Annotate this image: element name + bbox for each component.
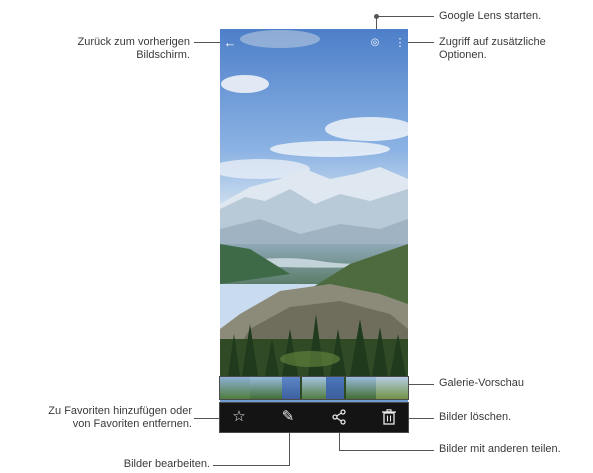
options-annotation: Zugriff auf zusätzliche Optionen. xyxy=(439,36,546,61)
top-app-bar: ← ◎ ⋮ xyxy=(220,29,408,57)
gallery-screen: ← ◎ ⋮ ☆ ✎ xyxy=(220,29,408,432)
edit-annotation: Bilder bearbeiten. xyxy=(123,458,210,470)
preview-annotation: Galerie-Vorschau xyxy=(439,377,524,389)
toolbar-highlight-box xyxy=(219,402,409,433)
preview-callout-line xyxy=(406,384,434,385)
google-lens-icon[interactable]: ◎ xyxy=(367,35,383,51)
lens-callout-hline xyxy=(376,16,434,17)
preview-highlight-box xyxy=(219,376,409,400)
share-annotation: Bilder mit anderen teilen. xyxy=(439,443,561,455)
lens-callout-dot xyxy=(374,14,379,19)
delete-callout-line xyxy=(408,418,434,419)
favorites-annotation: Zu Favoriten hinzufügen oder von Favorit… xyxy=(48,405,192,430)
delete-annotation: Bilder löschen. xyxy=(439,411,512,423)
arrow-left-icon[interactable]: ← xyxy=(222,35,238,51)
edit-callout-hline xyxy=(213,465,289,466)
landscape-photo xyxy=(220,29,408,376)
back-annotation: Zurück zum vorherigen Bildschirm. xyxy=(77,36,191,61)
share-callout-hline xyxy=(339,450,434,451)
favorites-callout-line xyxy=(194,418,222,419)
more-vertical-icon[interactable]: ⋮ xyxy=(392,35,408,51)
lens-annotation: Google Lens starten. xyxy=(439,10,542,22)
